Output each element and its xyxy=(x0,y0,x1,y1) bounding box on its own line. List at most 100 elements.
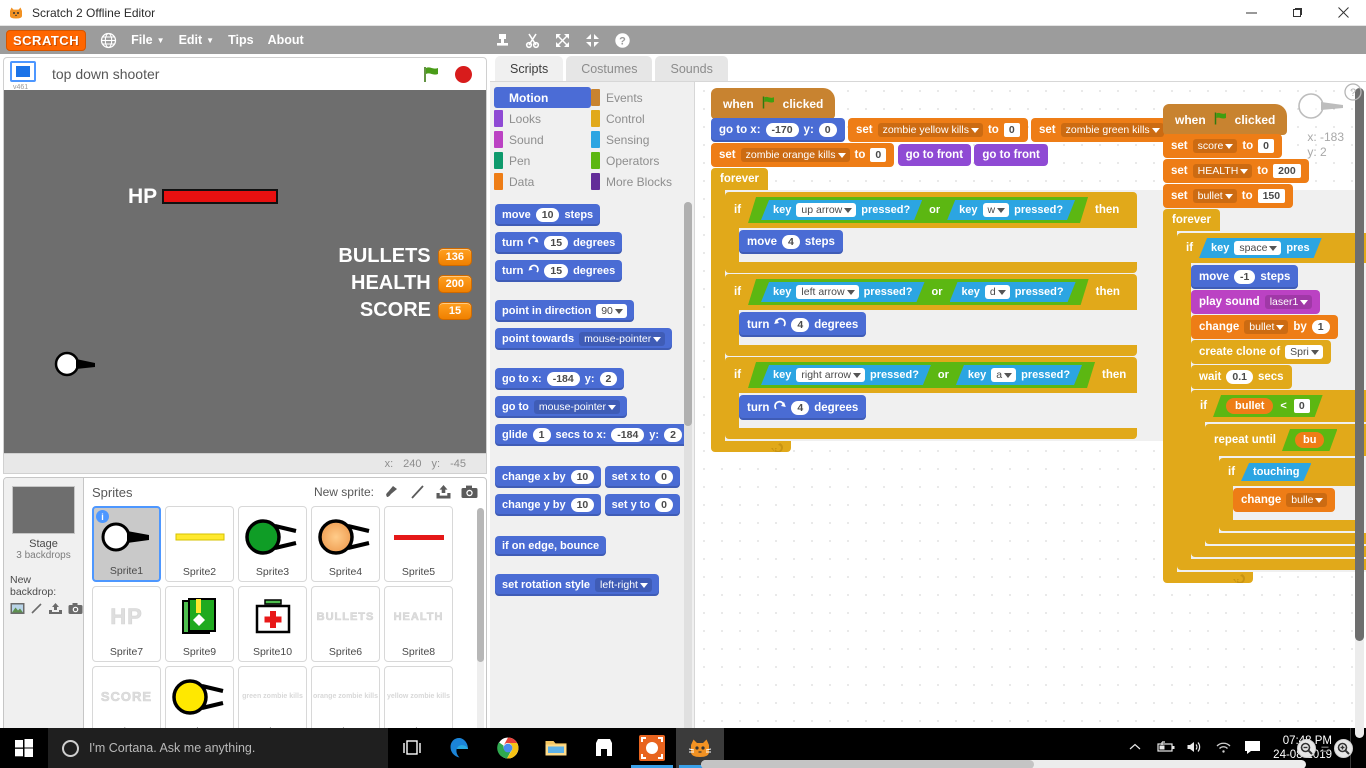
palette-block-point-in-direction[interactable]: point in direction 90 xyxy=(495,300,634,322)
block-input-value[interactable]: 200 xyxy=(1273,164,1301,178)
palette-scrollbar[interactable] xyxy=(684,202,692,762)
block-input[interactable]: -184 xyxy=(611,428,645,442)
block-dropdown[interactable]: 90 xyxy=(596,304,627,318)
block-input[interactable]: 2 xyxy=(599,372,618,386)
battery-icon[interactable] xyxy=(1157,740,1175,756)
block-input-y[interactable]: 0 xyxy=(818,123,837,137)
category-looks[interactable]: Looks xyxy=(494,108,591,129)
block-input[interactable]: 10 xyxy=(535,208,560,222)
scripts-horizontal-scrollbar[interactable] xyxy=(701,760,1306,768)
block-key-pressed-1[interactable]: key left arrow pressed? xyxy=(761,282,924,302)
sprite-info-badge[interactable]: i xyxy=(96,510,109,523)
block-set-zombie-yellow-kills[interactable]: set zombie yellow kills to 0 xyxy=(847,118,1028,142)
block-input[interactable]: 1 xyxy=(532,428,551,442)
volume-icon[interactable] xyxy=(1186,740,1203,756)
block-dropdown-variable[interactable]: zombie yellow kills xyxy=(877,123,983,137)
block-dropdown-key[interactable]: left arrow xyxy=(796,285,858,299)
script-shooting[interactable]: when clicked set score to 0 set HEALTH t… xyxy=(1163,104,1366,583)
scripts-canvas[interactable]: x: -183 y: 2 when clicked go to x: -170 … xyxy=(695,82,1366,768)
block-less-than[interactable]: bullet < 0 xyxy=(1213,395,1323,417)
block-dropdown-key[interactable]: up arrow xyxy=(796,203,856,217)
green-flag-icon[interactable] xyxy=(422,65,441,84)
camera-icon[interactable] xyxy=(68,602,83,616)
google-chrome-icon[interactable] xyxy=(484,728,532,768)
stop-sign-icon[interactable] xyxy=(455,65,472,83)
block-dropdown-key[interactable]: right arrow xyxy=(796,368,865,382)
paint-brush-icon[interactable] xyxy=(30,602,43,616)
category-pen[interactable]: Pen xyxy=(494,150,591,171)
block-dropdown-key[interactable]: d xyxy=(985,285,1010,299)
block-input-x[interactable]: -170 xyxy=(765,123,799,137)
duplicate-stamp-icon[interactable] xyxy=(494,32,511,49)
zoom-out-icon[interactable] xyxy=(1296,739,1316,758)
block-or-condition[interactable]: key right arrow pressed? or key a presse… xyxy=(748,362,1095,388)
block-change-bullet-2[interactable]: change bulle xyxy=(1233,488,1336,512)
category-operators[interactable]: Operators xyxy=(591,150,688,171)
block-dropdown-variable[interactable]: bullet xyxy=(1192,189,1237,203)
scratch-project-icon[interactable] xyxy=(628,728,676,768)
block-dropdown-sprite[interactable]: Spri xyxy=(1285,345,1323,359)
block-key-pressed-2[interactable]: key a pressed? xyxy=(956,365,1082,385)
block-go-to-xy[interactable]: go to x: -170 y: 0 xyxy=(711,118,845,142)
pencil-icon[interactable] xyxy=(409,484,426,500)
block-move-neg-steps[interactable]: move -1 steps xyxy=(1191,265,1299,289)
block-dropdown-variable[interactable]: score xyxy=(1192,139,1238,153)
block-dropdown-variable[interactable]: bulle xyxy=(1286,493,1328,507)
scratch-logo[interactable]: SCRATCH xyxy=(6,29,87,51)
block-move-steps[interactable]: move 4 steps xyxy=(739,230,843,254)
block-key-pressed-1[interactable]: key right arrow pressed? xyxy=(761,365,931,385)
block-wait-secs[interactable]: wait 0.1 secs xyxy=(1191,365,1292,389)
block-when-flag-clicked[interactable]: when clicked xyxy=(711,88,836,119)
block-dropdown-variable[interactable]: zombie orange kills xyxy=(740,148,850,162)
block-dropdown-key[interactable]: space xyxy=(1234,241,1281,255)
upload-icon[interactable] xyxy=(435,484,452,500)
block-dropdown[interactable]: mouse-pointer xyxy=(533,400,621,414)
chevron-up-icon[interactable] xyxy=(1128,740,1145,756)
sprite-list-scrollbar[interactable] xyxy=(477,508,484,765)
maximize-button[interactable] xyxy=(1274,0,1320,26)
block-or-condition[interactable]: key left arrow pressed? or key d pressed… xyxy=(748,279,1089,305)
scripts-vertical-scrollbar[interactable] xyxy=(1355,88,1364,738)
paint-brush-icon[interactable] xyxy=(383,484,400,500)
block-create-clone[interactable]: create clone of Spri xyxy=(1191,340,1331,364)
zoom-reset-button[interactable]: = xyxy=(1321,741,1329,757)
file-explorer-icon[interactable] xyxy=(532,728,580,768)
block-input[interactable]: 4 xyxy=(782,235,800,249)
globe-icon[interactable] xyxy=(100,32,117,49)
category-more-blocks[interactable]: More Blocks xyxy=(591,171,688,192)
block-when-flag-clicked-2[interactable]: when clicked xyxy=(1163,104,1288,135)
block-go-to-front-1[interactable]: go to front xyxy=(897,144,972,166)
microsoft-edge-icon[interactable] xyxy=(436,728,484,768)
player-sprite[interactable] xyxy=(54,350,99,378)
block-if-space-pressed[interactable]: if key space pres move -1 steps play sou… xyxy=(1177,233,1366,570)
palette-block-set-rotation-style[interactable]: set rotation style left-right xyxy=(495,574,659,596)
block-variable-bullet[interactable]: bullet xyxy=(1226,398,1273,414)
block-key-space-pressed[interactable]: key space pres xyxy=(1199,238,1322,258)
block-change-bullet[interactable]: change bullet by 1 xyxy=(1191,315,1338,339)
block-dropdown-key[interactable]: a xyxy=(991,368,1016,382)
block-dropdown-key[interactable]: w xyxy=(983,203,1010,217)
tab-sounds[interactable]: Sounds xyxy=(655,56,728,81)
block-repeat-until[interactable]: repeat until bu if touching change bulle xyxy=(1205,424,1366,544)
category-data[interactable]: Data xyxy=(494,171,591,192)
palette-block-set-y[interactable]: set y to 0 xyxy=(604,494,680,516)
block-if-bullet-less-than[interactable]: if bullet < 0 repeat until bu if touchin… xyxy=(1191,390,1366,557)
shrink-icon[interactable] xyxy=(584,32,601,49)
sprite-cell-sprite1[interactable]: i Sprite1 xyxy=(92,506,161,582)
block-key-pressed-1[interactable]: key up arrow pressed? xyxy=(761,200,922,220)
block-set-score[interactable]: set score to 0 xyxy=(1163,134,1283,158)
project-thumbnail[interactable]: v461 xyxy=(10,61,40,91)
camera-icon[interactable] xyxy=(461,484,478,500)
block-key-pressed-2[interactable]: key d pressed? xyxy=(950,282,1076,302)
minimize-button[interactable] xyxy=(1228,0,1274,26)
block-input-value[interactable]: 0 xyxy=(870,148,887,162)
category-sensing[interactable]: Sensing xyxy=(591,129,688,150)
palette-block-turn-right[interactable]: turn 15 degrees xyxy=(495,232,623,254)
block-dropdown[interactable]: left-right xyxy=(595,578,652,592)
help-icon[interactable]: ? xyxy=(614,32,631,49)
block-input[interactable]: 10 xyxy=(570,498,595,512)
block-or-condition[interactable]: key up arrow pressed? or key w pressed? xyxy=(748,197,1088,223)
block-input[interactable]: -184 xyxy=(546,372,580,386)
block-dropdown-sound[interactable]: laser1 xyxy=(1264,295,1313,309)
block-key-pressed-2[interactable]: key w pressed? xyxy=(947,200,1075,220)
